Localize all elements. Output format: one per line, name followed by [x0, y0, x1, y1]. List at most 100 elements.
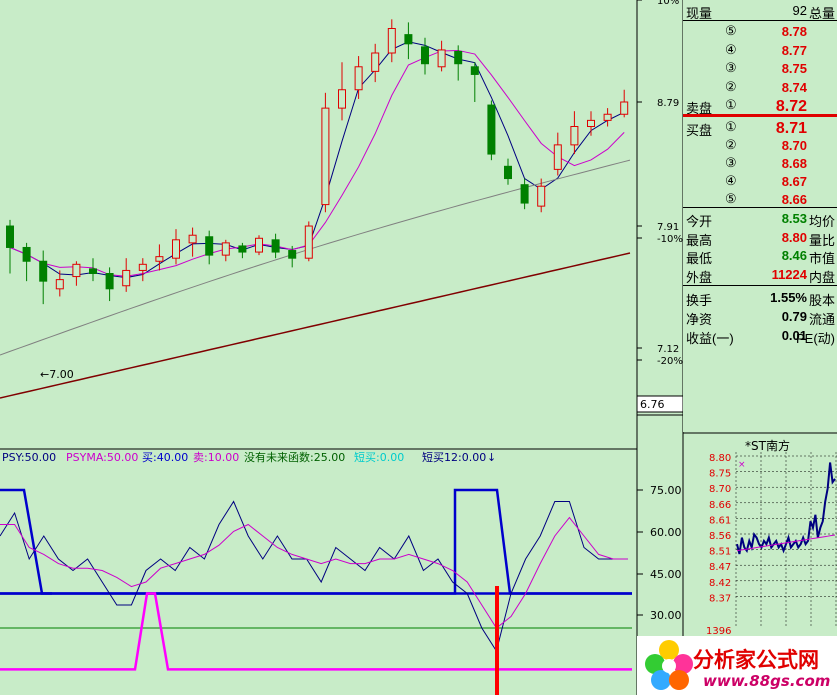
- candle-body: [371, 52, 380, 72]
- mini-price-label: 8.51: [709, 547, 731, 558]
- row-value: 8.66: [781, 192, 807, 207]
- row-value: 8.70: [781, 138, 807, 153]
- level-number: ④: [725, 173, 737, 188]
- candle-body: [221, 242, 230, 256]
- row-label-secondary: 内盘: [808, 269, 835, 285]
- level-number: ③: [725, 155, 737, 170]
- row-value: 8.74: [781, 79, 807, 95]
- price-axis-label: 7.91: [657, 222, 679, 233]
- candle-body: [105, 273, 114, 290]
- candle-body: [338, 89, 346, 109]
- candle-body: [421, 46, 429, 65]
- volume-row: 现量 92 总量: [683, 1, 837, 21]
- bid-row: ④ 8.67: [683, 172, 837, 192]
- close-mark-icon: ×: [738, 460, 746, 470]
- row-value: 11224: [771, 266, 807, 282]
- candle-body: [155, 256, 164, 262]
- ma-fast-line: [9, 41, 625, 279]
- candle-body: [504, 165, 512, 180]
- legend-item: 短买12:0.00: [422, 450, 486, 464]
- level-number: ⑤: [725, 191, 737, 206]
- mini-price-label: 8.42: [709, 578, 731, 589]
- bid-row: ② 8.70: [683, 136, 837, 156]
- row-label: 外盘: [686, 269, 713, 285]
- row-value: 8.78: [781, 24, 807, 39]
- cursor-value: 6.76: [640, 398, 665, 411]
- ask-row: 卖盘 ① 8.72: [683, 96, 837, 116]
- stat-row: 收益(一) 0.01 PE(动): [683, 326, 837, 346]
- candle-body: [72, 263, 81, 278]
- candle-body: [587, 119, 595, 127]
- price-axis-label: 8.79: [657, 98, 679, 109]
- low-marker: ←7.00: [40, 368, 74, 381]
- indicator-legend: PSY:50.00 PSYMA:50.00 买:40.00 卖:10.00 没有未来函数…: [2, 450, 496, 464]
- legend-item: PSY:50.00: [2, 451, 56, 464]
- mini-price-label: 8.70: [709, 484, 731, 495]
- stat-row: 换手 1.55% 股本: [683, 288, 837, 308]
- logo-url: www.88gs.com: [703, 672, 831, 690]
- indicator-axis-label: 75.00: [650, 484, 682, 497]
- bid-row: ③ 8.68: [683, 154, 837, 174]
- row-value: 8.67: [781, 174, 807, 189]
- indicator-axis-label: 45.00: [650, 568, 682, 581]
- candle-body: [55, 279, 64, 290]
- candle-body: [6, 225, 14, 248]
- candle-body: [404, 34, 413, 45]
- indicator-axis-label: 60.00: [650, 526, 682, 539]
- row-value: 8.80: [781, 229, 807, 245]
- candle-body: [487, 104, 496, 155]
- candle-body: [271, 239, 280, 253]
- row-label-secondary: PE(动): [795, 331, 835, 346]
- candle-body: [470, 66, 479, 75]
- row-value: 8.53: [781, 211, 807, 226]
- price-axis-label: 10%: [657, 0, 679, 7]
- candle-body: [553, 144, 562, 170]
- candle-body: [89, 268, 97, 274]
- level-number: ①: [725, 97, 737, 112]
- mini-price-label: 8.75: [709, 469, 731, 480]
- candle-body: [537, 185, 546, 207]
- level-number: ②: [725, 78, 737, 94]
- ask-row: ③ 8.75: [683, 59, 837, 79]
- level-number: ⑤: [725, 23, 737, 38]
- candle-body: [39, 260, 48, 282]
- mini-price-label: 8.66: [709, 500, 731, 511]
- candlestick-chart: [0, 19, 631, 399]
- candle-body: [454, 50, 463, 65]
- candle-body: [387, 28, 396, 54]
- down-arrow-icon: ↓: [487, 451, 496, 464]
- psyma-line: [0, 516, 628, 629]
- price-axis-label: 7.12: [657, 344, 679, 355]
- candle-body: [321, 107, 330, 206]
- psy-indicator-chart: [0, 488, 632, 695]
- candle-body: [603, 113, 612, 121]
- level-number: ④: [725, 41, 737, 57]
- ask-row: ④ 8.77: [683, 41, 837, 61]
- candle-body: [570, 126, 579, 146]
- price-axis-label: -10%: [657, 234, 683, 245]
- buy-signal-line: [0, 488, 632, 595]
- candle-body: [304, 225, 313, 259]
- candle-body: [354, 66, 363, 91]
- candle-body: [255, 237, 263, 253]
- row-label: 收益(一): [686, 331, 734, 346]
- candle-body: [122, 269, 131, 287]
- stat-row: 今开 8.53 均价: [683, 209, 837, 229]
- indicator-axis-label: 30.00: [650, 609, 682, 622]
- ask-row: ⑤ 8.78: [683, 22, 837, 42]
- candle-body: [520, 184, 529, 204]
- divider: [683, 207, 837, 208]
- mini-price-label: 8.47: [709, 562, 731, 573]
- legend-item: 买:40.00: [142, 451, 188, 464]
- current-volume-value: 92: [792, 3, 807, 18]
- candle-body: [138, 263, 147, 271]
- candle-body: [288, 250, 297, 259]
- mini-price-label: 8.37: [709, 593, 731, 604]
- legend-item: 短买:0.00: [354, 450, 404, 464]
- price-axis: 10% 8.79 7.91-10% 7.12-20%: [637, 0, 683, 367]
- divider: [683, 20, 837, 21]
- divider: [683, 285, 837, 286]
- site-logo[interactable]: 分析家公式网 www.88gs.com: [637, 636, 837, 695]
- legend-item: 没有未来函数:25.00: [244, 450, 345, 464]
- candle-body: [620, 101, 629, 115]
